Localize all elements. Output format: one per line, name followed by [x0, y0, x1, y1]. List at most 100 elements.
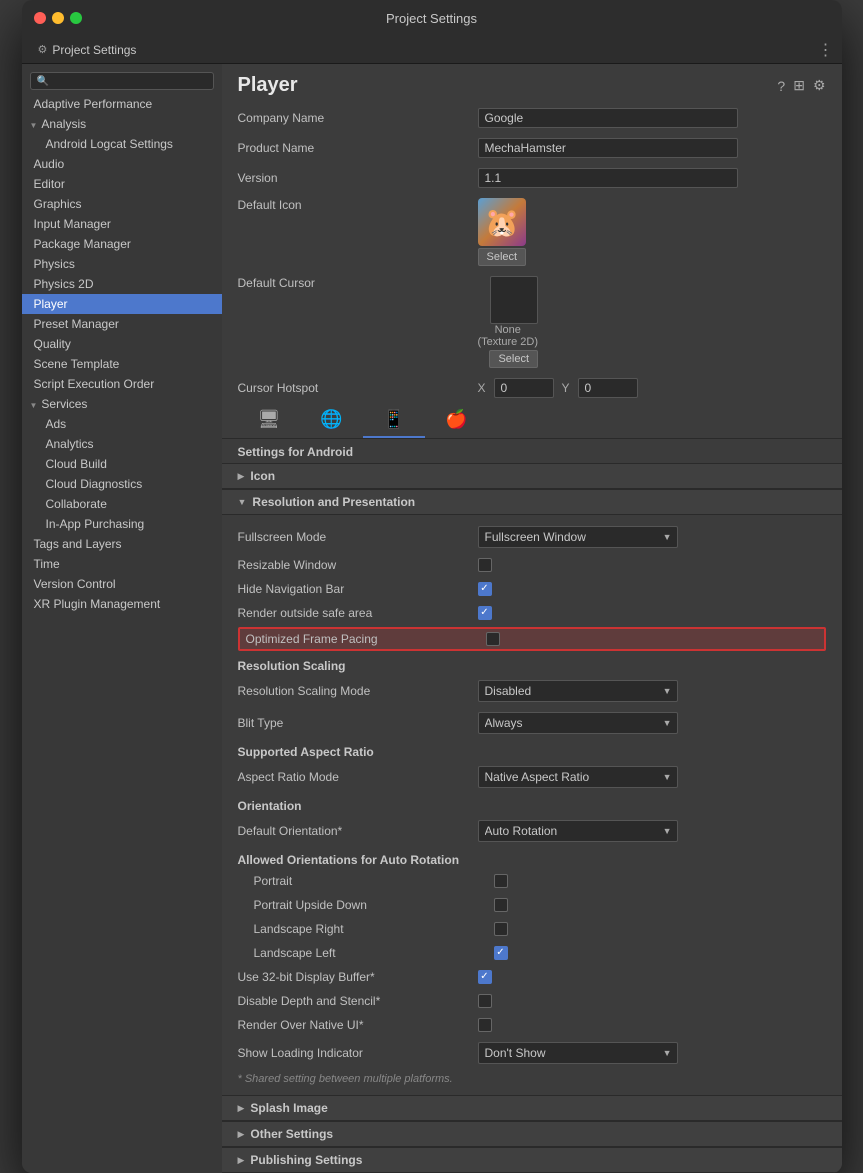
settings-icon[interactable]: ⚙ [813, 77, 826, 94]
use-32bit-checkbox[interactable] [478, 970, 492, 984]
fullscreen-mode-select[interactable]: Fullscreen Window [478, 526, 678, 548]
fullscreen-mode-row: Fullscreen Mode Fullscreen Window ▼ [238, 521, 826, 553]
resolution-scaling-mode-row: Resolution Scaling Mode Disabled ▼ [238, 675, 826, 707]
sidebar-item-preset-manager[interactable]: Preset Manager [22, 314, 222, 334]
gear-icon: ⚙ [38, 43, 48, 56]
sidebar-item-android-logcat[interactable]: Android Logcat Settings [22, 134, 222, 154]
other-settings-title: Other Settings [250, 1127, 333, 1141]
resolution-scaling-mode-wrap: Disabled ▼ [478, 680, 678, 702]
sidebar-item-player[interactable]: Player [22, 294, 222, 314]
default-orientation-select[interactable]: Auto Rotation [478, 820, 678, 842]
sidebar-item-in-app-purchasing[interactable]: In-App Purchasing [22, 514, 222, 534]
disable-depth-row: Disable Depth and Stencil* [238, 989, 826, 1013]
tab-project-settings[interactable]: ⚙ Project Settings [30, 39, 145, 61]
other-settings-section-header[interactable]: ▶ Other Settings [222, 1121, 842, 1147]
version-label: Version [238, 171, 478, 185]
sidebar-item-collaborate[interactable]: Collaborate [22, 494, 222, 514]
sidebar-item-physics[interactable]: Physics [22, 254, 222, 274]
sidebar-item-physics-2d[interactable]: Physics 2D [22, 274, 222, 294]
aspect-ratio-mode-select[interactable]: Native Aspect Ratio [478, 766, 678, 788]
resolution-scaling-mode-select[interactable]: Disabled [478, 680, 678, 702]
minimize-button[interactable] [52, 12, 64, 24]
disable-depth-label: Disable Depth and Stencil* [238, 994, 478, 1008]
close-button[interactable] [34, 12, 46, 24]
help-icon[interactable]: ? [777, 78, 785, 94]
tab-more-button[interactable]: ⋮ [818, 40, 834, 60]
render-over-native-row: Render Over Native UI* [238, 1013, 826, 1037]
cursor-y-input[interactable] [578, 378, 638, 398]
portrait-upside-down-checkbox[interactable] [494, 898, 508, 912]
sidebar-item-ads[interactable]: Ads [22, 414, 222, 434]
sidebar-item-version-control[interactable]: Version Control [22, 574, 222, 594]
resolution-scaling-header: Resolution Scaling [238, 653, 826, 675]
sidebar-item-graphics[interactable]: Graphics [22, 194, 222, 214]
resizable-window-checkbox[interactable] [478, 558, 492, 572]
icon-section-header[interactable]: ▶ Icon [222, 463, 842, 489]
default-orientation-wrap: Auto Rotation ▼ [478, 820, 678, 842]
search-icon: 🔍 [37, 76, 49, 87]
icon-select-button[interactable]: Select [478, 248, 527, 266]
portrait-row: Portrait [238, 869, 826, 893]
cursor-field-wrap: None (Texture 2D) Select [478, 276, 539, 368]
fullscreen-mode-dropdown-wrap: Fullscreen Window ▼ [478, 526, 678, 548]
maximize-button[interactable] [70, 12, 82, 24]
sidebar-item-tags-and-layers[interactable]: Tags and Layers [22, 534, 222, 554]
tab-webgl[interactable]: 🌐 [300, 403, 362, 438]
sidebar-item-script-execution-order[interactable]: Script Execution Order [22, 374, 222, 394]
tab-android[interactable]: 📱 [363, 403, 425, 438]
cursor-select-button[interactable]: Select [489, 350, 538, 368]
sidebar-item-adaptive-performance[interactable]: Adaptive Performance [22, 94, 222, 114]
landscape-right-checkbox[interactable] [494, 922, 508, 936]
sidebar-item-analysis[interactable]: Analysis [22, 114, 222, 134]
portrait-checkbox[interactable] [494, 874, 508, 888]
publishing-settings-section-header[interactable]: ▶ Publishing Settings [222, 1147, 842, 1173]
portrait-label: Portrait [254, 874, 494, 888]
optimized-frame-pacing-label: Optimized Frame Pacing [246, 632, 486, 646]
content-header: Player ? ⊞ ⚙ [222, 64, 842, 103]
content-area: Player ? ⊞ ⚙ Company Name Product Name [222, 64, 842, 1173]
layers-icon[interactable]: ⊞ [793, 77, 805, 94]
search-input[interactable] [53, 75, 207, 87]
sidebar-item-audio[interactable]: Audio [22, 154, 222, 174]
render-outside-checkbox[interactable] [478, 606, 492, 620]
hide-nav-bar-checkbox[interactable] [478, 582, 492, 596]
product-name-input[interactable] [478, 138, 738, 158]
sidebar-item-package-manager[interactable]: Package Manager [22, 234, 222, 254]
sidebar-item-cloud-build[interactable]: Cloud Build [22, 454, 222, 474]
sidebar-item-time[interactable]: Time [22, 554, 222, 574]
cursor-x-input[interactable] [494, 378, 554, 398]
sidebar-item-input-manager[interactable]: Input Manager [22, 214, 222, 234]
render-over-native-checkbox[interactable] [478, 1018, 492, 1032]
aspect-ratio-mode-label: Aspect Ratio Mode [238, 770, 478, 784]
sidebar-item-cloud-diagnostics[interactable]: Cloud Diagnostics [22, 474, 222, 494]
tab-standalone[interactable]: 🖥 [238, 403, 301, 438]
landscape-left-label: Landscape Left [254, 946, 494, 960]
sidebar-item-services[interactable]: Services [22, 394, 222, 414]
shared-setting-note: * Shared setting between multiple platfo… [238, 1069, 826, 1089]
settings-for-android-wrap: Settings for Android [222, 439, 842, 463]
splash-image-section-header[interactable]: ▶ Splash Image [222, 1095, 842, 1121]
landscape-left-row: Landscape Left [238, 941, 826, 965]
version-input[interactable] [478, 168, 738, 188]
cursor-none-label: None (Texture 2D) [478, 324, 539, 348]
sidebar-item-scene-template[interactable]: Scene Template [22, 354, 222, 374]
y-label: Y [562, 381, 570, 395]
tab-ios[interactable]: 🍎 [425, 403, 487, 438]
disable-depth-checkbox[interactable] [478, 994, 492, 1008]
default-orientation-label: Default Orientation* [238, 824, 478, 838]
resolution-section-header[interactable]: ▼ Resolution and Presentation [222, 489, 842, 515]
show-loading-select[interactable]: Don't Show [478, 1042, 678, 1064]
sidebar-item-quality[interactable]: Quality [22, 334, 222, 354]
render-over-native-label: Render Over Native UI* [238, 1018, 478, 1032]
company-name-input[interactable] [478, 108, 738, 128]
landscape-left-checkbox[interactable] [494, 946, 508, 960]
sidebar-item-editor[interactable]: Editor [22, 174, 222, 194]
optimized-frame-pacing-checkbox[interactable] [486, 632, 500, 646]
blit-type-select[interactable]: Always [478, 712, 678, 734]
cursor-preview [490, 276, 538, 324]
sidebar-item-analytics[interactable]: Analytics [22, 434, 222, 454]
resolution-inner: Fullscreen Mode Fullscreen Window ▼ Resi… [222, 515, 842, 1095]
sidebar-item-xr-plugin-management[interactable]: XR Plugin Management [22, 594, 222, 614]
default-orientation-row: Default Orientation* Auto Rotation ▼ [238, 815, 826, 847]
tab-bar: ⚙ Project Settings ⋮ [22, 36, 842, 64]
